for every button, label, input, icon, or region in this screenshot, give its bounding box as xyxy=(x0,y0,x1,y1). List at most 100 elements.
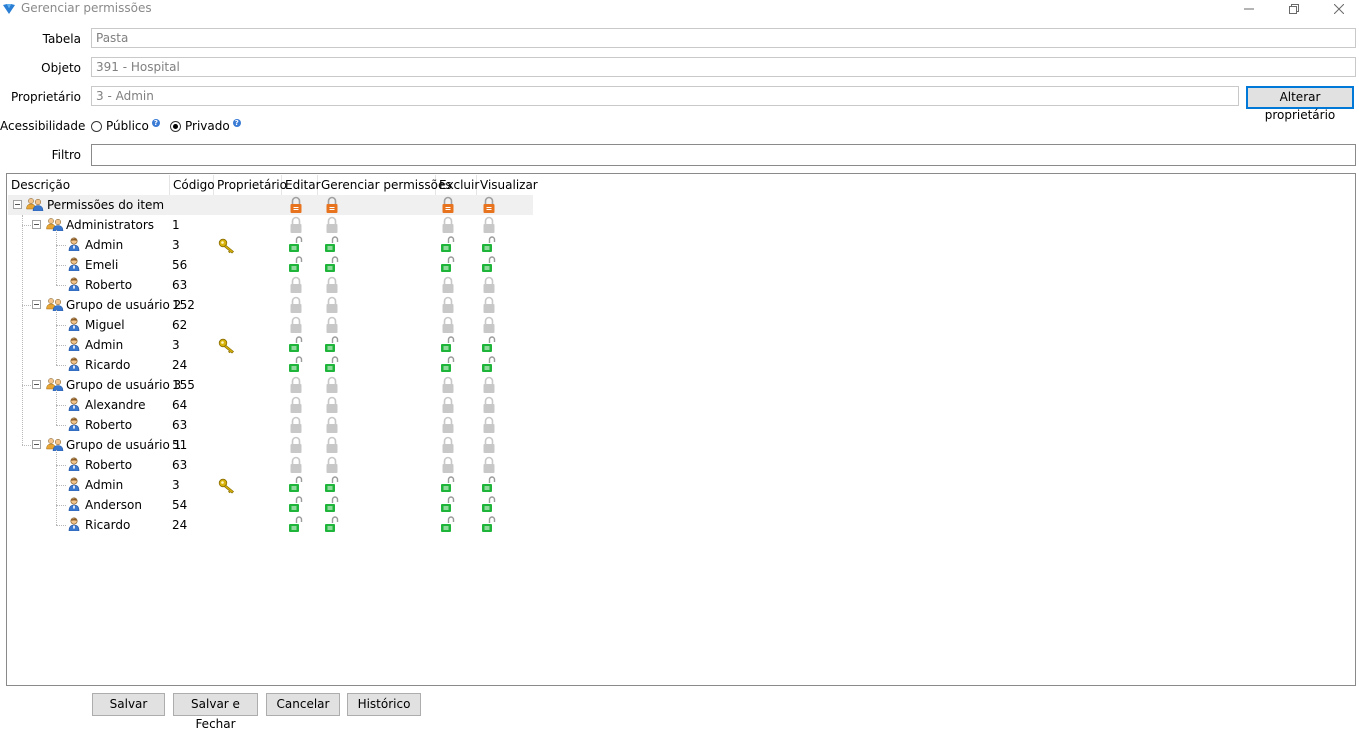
alterar-proprietario-button[interactable]: Alterar proprietário xyxy=(1246,86,1354,122)
column-header-gerenciar[interactable]: Gerenciar permissões xyxy=(318,175,452,195)
lock-gray-icon[interactable] xyxy=(441,416,455,437)
tree-row-user[interactable]: Roberto 63 xyxy=(8,275,533,295)
lock-green-icon[interactable] xyxy=(323,496,341,517)
historico-button[interactable]: Histórico xyxy=(347,693,421,716)
collapse-toggle[interactable] xyxy=(32,300,41,309)
lock-gray-icon[interactable] xyxy=(441,216,455,237)
lock-gray-icon[interactable] xyxy=(482,456,496,477)
lock-green-icon[interactable] xyxy=(480,496,498,517)
lock-orange-icon[interactable] xyxy=(289,196,303,217)
tree-row-user[interactable]: Alexandre 64 xyxy=(8,395,533,415)
lock-green-icon[interactable] xyxy=(287,256,305,277)
lock-gray-icon[interactable] xyxy=(289,436,303,457)
tree-row-user[interactable]: Ricardo 24 xyxy=(8,515,533,535)
lock-gray-icon[interactable] xyxy=(325,456,339,477)
tree-row-group[interactable]: Grupo de usuário 2 152 xyxy=(8,295,533,315)
lock-gray-icon[interactable] xyxy=(482,376,496,397)
column-header-excluir[interactable]: Excluir xyxy=(436,175,479,195)
restore-button[interactable] xyxy=(1279,0,1309,18)
lock-gray-icon[interactable] xyxy=(441,316,455,337)
lock-gray-icon[interactable] xyxy=(441,376,455,397)
lock-gray-icon[interactable] xyxy=(441,436,455,457)
lock-gray-icon[interactable] xyxy=(325,396,339,417)
lock-green-icon[interactable] xyxy=(480,336,498,357)
permissions-tree-grid[interactable]: Descrição Código Proprietário Editar Ger… xyxy=(6,173,1356,686)
lock-green-icon[interactable] xyxy=(439,476,457,497)
column-header-proprietario[interactable]: Proprietário xyxy=(214,175,287,195)
lock-green-icon[interactable] xyxy=(480,356,498,377)
tree-row-user[interactable]: Emeli 56 xyxy=(8,255,533,275)
salvar-button[interactable]: Salvar xyxy=(92,693,165,716)
tree-row-user[interactable]: Ricardo 24 xyxy=(8,355,533,375)
column-header-descricao[interactable]: Descrição xyxy=(8,175,170,195)
lock-green-icon[interactable] xyxy=(439,516,457,537)
lock-green-icon[interactable] xyxy=(439,496,457,517)
lock-green-icon[interactable] xyxy=(323,516,341,537)
tree-row-user[interactable]: Miguel 62 xyxy=(8,315,533,335)
tree-row-group[interactable]: Grupo de usuário 3 155 xyxy=(8,375,533,395)
lock-gray-icon[interactable] xyxy=(325,376,339,397)
lock-green-icon[interactable] xyxy=(287,236,305,257)
lock-orange-icon[interactable] xyxy=(441,196,455,217)
lock-green-icon[interactable] xyxy=(480,256,498,277)
salvar-e-fechar-button[interactable]: Salvar e Fechar xyxy=(173,693,258,731)
lock-gray-icon[interactable] xyxy=(482,216,496,237)
privado-radio-circle[interactable] xyxy=(170,120,181,132)
lock-green-icon[interactable] xyxy=(323,236,341,257)
lock-gray-icon[interactable] xyxy=(289,456,303,477)
publico-radio[interactable]: Público ? xyxy=(91,119,160,133)
lock-gray-icon[interactable] xyxy=(289,396,303,417)
help-icon[interactable]: ? xyxy=(151,119,160,127)
lock-gray-icon[interactable] xyxy=(325,416,339,437)
column-header-codigo[interactable]: Código xyxy=(170,175,215,195)
filtro-input[interactable] xyxy=(91,144,1356,166)
lock-gray-icon[interactable] xyxy=(289,376,303,397)
lock-green-icon[interactable] xyxy=(287,336,305,357)
lock-gray-icon[interactable] xyxy=(325,316,339,337)
column-header-editar[interactable]: Editar xyxy=(282,175,321,195)
lock-green-icon[interactable] xyxy=(287,356,305,377)
lock-green-icon[interactable] xyxy=(323,476,341,497)
collapse-toggle[interactable] xyxy=(32,220,41,229)
cancelar-button[interactable]: Cancelar xyxy=(266,693,340,716)
lock-gray-icon[interactable] xyxy=(325,216,339,237)
tree-row-group[interactable]: Administrators 1 xyxy=(8,215,533,235)
lock-gray-icon[interactable] xyxy=(289,416,303,437)
tree-row-user[interactable]: Roberto 63 xyxy=(8,415,533,435)
lock-orange-icon[interactable] xyxy=(482,196,496,217)
lock-green-icon[interactable] xyxy=(287,496,305,517)
lock-green-icon[interactable] xyxy=(287,476,305,497)
lock-gray-icon[interactable] xyxy=(482,276,496,297)
lock-green-icon[interactable] xyxy=(439,336,457,357)
lock-green-icon[interactable] xyxy=(287,516,305,537)
objeto-field[interactable]: 391 - Hospital xyxy=(91,57,1356,77)
lock-green-icon[interactable] xyxy=(323,256,341,277)
lock-green-icon[interactable] xyxy=(323,336,341,357)
lock-gray-icon[interactable] xyxy=(482,396,496,417)
lock-gray-icon[interactable] xyxy=(441,396,455,417)
lock-gray-icon[interactable] xyxy=(482,416,496,437)
tabela-field[interactable]: Pasta xyxy=(91,28,1356,48)
lock-orange-icon[interactable] xyxy=(325,196,339,217)
lock-green-icon[interactable] xyxy=(439,236,457,257)
help-icon[interactable]: ? xyxy=(232,119,241,127)
privado-radio[interactable]: Privado ? xyxy=(170,119,241,133)
column-header-visualizar[interactable]: Visualizar xyxy=(477,175,538,195)
tree-row-user[interactable]: Admin 3 xyxy=(8,235,533,255)
lock-gray-icon[interactable] xyxy=(441,456,455,477)
lock-green-icon[interactable] xyxy=(480,236,498,257)
lock-gray-icon[interactable] xyxy=(325,296,339,317)
lock-gray-icon[interactable] xyxy=(289,296,303,317)
collapse-toggle[interactable] xyxy=(32,440,41,449)
lock-gray-icon[interactable] xyxy=(482,436,496,457)
tree-row-user[interactable]: Admin 3 xyxy=(8,475,533,495)
collapse-toggle[interactable] xyxy=(13,200,22,209)
lock-gray-icon[interactable] xyxy=(325,436,339,457)
lock-gray-icon[interactable] xyxy=(441,296,455,317)
lock-green-icon[interactable] xyxy=(439,356,457,377)
publico-radio-circle[interactable] xyxy=(91,120,102,132)
tree-row-user[interactable]: Anderson 54 xyxy=(8,495,533,515)
tree-row-group[interactable]: Grupo de usuário 1 51 xyxy=(8,435,533,455)
lock-green-icon[interactable] xyxy=(439,256,457,277)
tree-row-user[interactable]: Admin 3 xyxy=(8,335,533,355)
